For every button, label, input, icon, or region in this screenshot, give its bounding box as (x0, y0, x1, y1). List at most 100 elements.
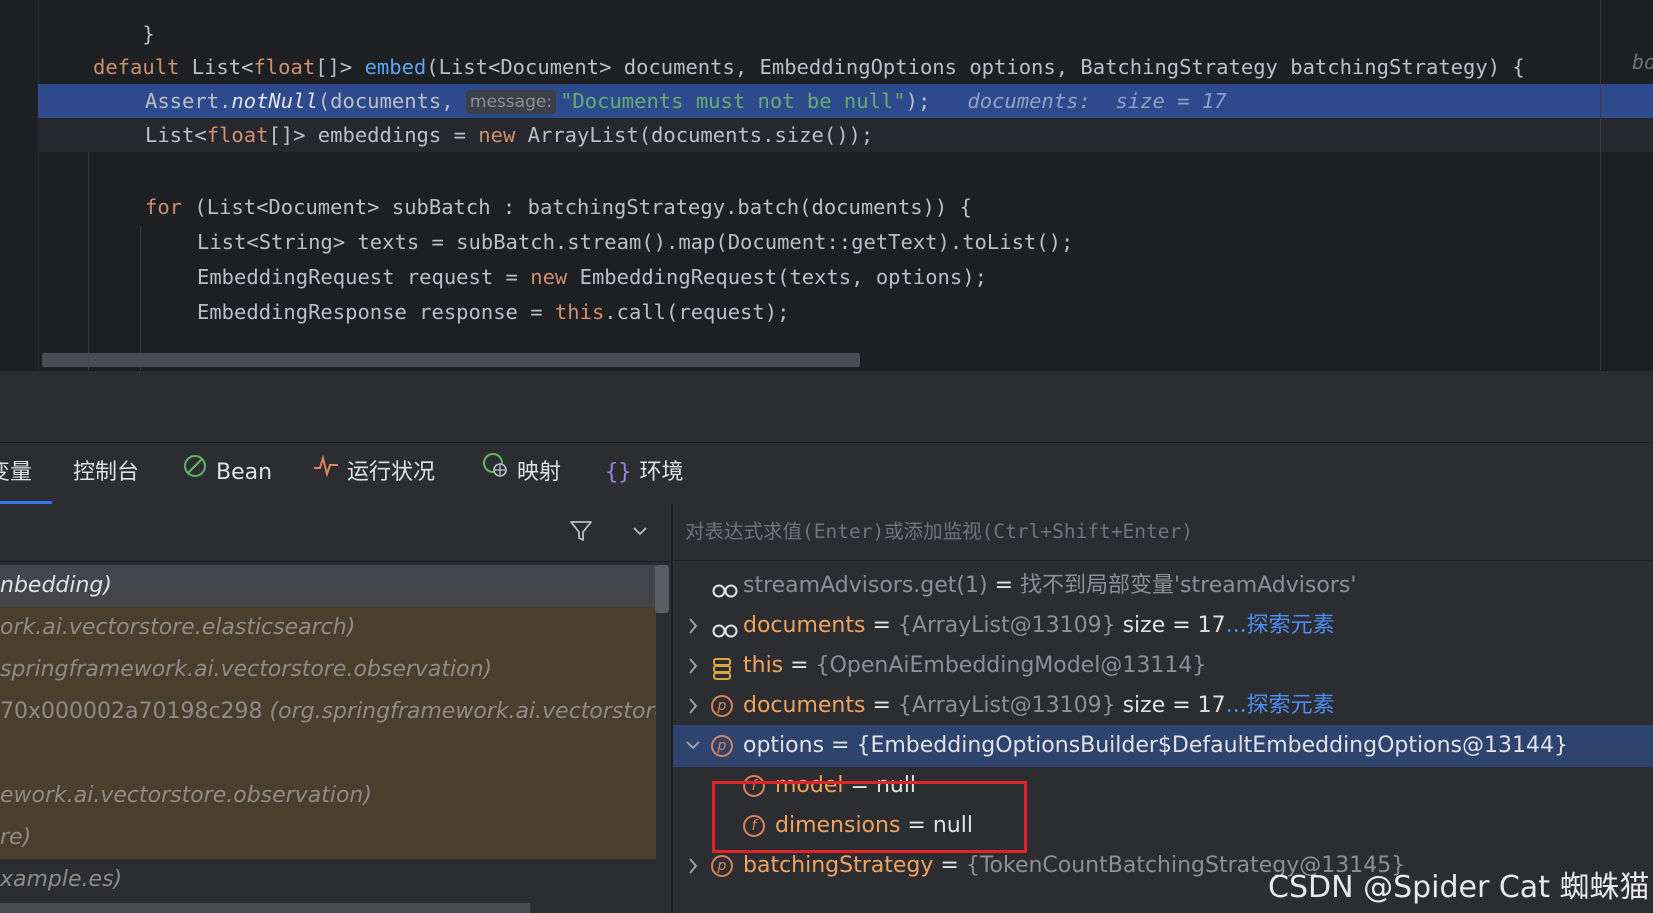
tab-label: 环境 (639, 460, 684, 485)
tab-bean[interactable]: Bean (182, 443, 272, 505)
variable-name: batchingStrategy (743, 853, 934, 878)
frame-label: ework.ai.vectorstore.observation) (0, 783, 372, 808)
parameter-hint: message: (465, 90, 557, 114)
code-text: ArrayList(documents.size()); (515, 123, 874, 147)
frames-panel: nbedding) ork.ai.vectorstore.elasticsearc… (0, 504, 671, 913)
tab-label: 运行状况 (347, 460, 436, 485)
code-text: []> embeddings = (268, 123, 479, 147)
frames-horizontal-scrollbar[interactable] (0, 903, 530, 913)
explore-elements-link[interactable]: ...探索元素 (1226, 693, 1335, 718)
frame-row[interactable] (0, 733, 656, 775)
editor-gutter[interactable] (0, 0, 39, 370)
evaluate-placeholder: 对表达式求值(Enter)或添加监视(Ctrl+Shift+Enter) (685, 520, 1193, 543)
equals-sign: = (865, 613, 898, 638)
code-text: (documents, (317, 89, 466, 113)
debugger-tab-bar: 变量 控制台 Bean 运行状况 映射 {} 环境 (0, 442, 1653, 505)
frame-label: nbedding) (0, 573, 112, 598)
keyword: new (530, 265, 568, 289)
code-text: (List<Document> subBatch : batchingStrat… (182, 195, 972, 219)
badge-letter: p (711, 695, 733, 717)
code-line-request: EmbeddingRequest request = new Embedding… (38, 260, 1653, 294)
variable-row[interactable]: p documents = {ArrayList@13109} size = 17… (673, 685, 1653, 727)
execution-point-line: Assert.notNull(documents, message: "Docum… (38, 84, 1653, 118)
equals-sign: = (865, 693, 898, 718)
frame-label: xample.es) (0, 867, 123, 892)
variable-row[interactable]: streamAdvisors.get(1) = 找不到局部变量'streamAd… (673, 565, 1653, 607)
equals-sign: = (783, 653, 816, 678)
editor-horizontal-scrollbar[interactable] (42, 353, 860, 367)
variable-value: {ArrayList@13109} (897, 693, 1116, 718)
code-text: Assert. (145, 89, 232, 113)
frame-row[interactable]: ork.ai.vectorstore.elasticsearch) (0, 607, 656, 649)
keyword: new (478, 123, 516, 147)
code-editor[interactable]: } default List<float[]> embed(List<Docum… (0, 0, 1653, 370)
tab-console[interactable]: 控制台 (73, 443, 139, 505)
badge-letter: p (711, 855, 733, 877)
frame-row[interactable]: re) (0, 817, 656, 859)
code-text: EmbeddingRequest request = (197, 265, 531, 289)
string-literal: "Documents must not be null" (560, 89, 906, 113)
code-text: EmbeddingRequest(texts, options); (567, 265, 987, 289)
tab-mappings[interactable]: 映射 (481, 443, 561, 505)
variable-name: options (743, 733, 825, 758)
variable-text: streamAdvisors.get(1) = 找不到局部变量'streamAd… (743, 565, 1356, 607)
code-text: (List<Document> documents, EmbeddingOpti… (426, 55, 1525, 79)
tab-label: 映射 (517, 460, 562, 485)
variable-name: documents (743, 613, 866, 638)
equals-sign: = (824, 733, 857, 758)
variable-value: {OpenAiEmbeddingModel@13114} (815, 653, 1207, 678)
frame-row[interactable]: nbedding) (0, 565, 656, 607)
variable-text: options = {EmbeddingOptionsBuilder$Defau… (743, 725, 1568, 767)
keyword: float (206, 123, 269, 147)
watermark: CSDN @Spider Cat 蜘蛛猫 (1268, 870, 1650, 905)
variable-row[interactable]: documents = {ArrayList@13109} size = 17.… (673, 605, 1653, 647)
variable-size: size = 17 (1115, 693, 1226, 718)
mapping-icon (481, 443, 509, 503)
code-line-response: EmbeddingResponse response = this.call(r… (38, 295, 1653, 329)
code-text: []> (315, 55, 353, 79)
chevron-right-icon[interactable] (683, 845, 703, 903)
tab-variables[interactable]: 变量 (0, 443, 52, 505)
code-line-signature: default List<float[]> embed(List<Documen… (38, 50, 1653, 84)
equals-sign: = (987, 573, 1020, 598)
evaluate-expression-input[interactable]: 对表达式求值(Enter)或添加监视(Ctrl+Shift+Enter) (673, 504, 1653, 561)
frames-vertical-scrollbar[interactable] (655, 565, 669, 613)
annotation-highlight-box (712, 781, 1027, 853)
frame-label: (org.springframework.ai.vectorstore.obse… (269, 699, 656, 724)
overflow-hint: bo (1632, 50, 1653, 74)
tab-health[interactable]: 运行状况 (313, 443, 435, 505)
frame-label: ork.ai.vectorstore.elasticsearch) (0, 615, 356, 640)
tab-label: Bean (216, 460, 273, 485)
tab-environment[interactable]: {} 环境 (605, 443, 684, 505)
variable-row[interactable]: p options = {EmbeddingOptionsBuilder$Defa… (673, 725, 1653, 767)
frame-row[interactable]: xample.es) (0, 859, 656, 901)
explore-elements-link[interactable]: ...探索元素 (1226, 613, 1335, 638)
keyword: default (93, 55, 180, 79)
frame-label: springframework.ai.vectorstore.observati… (0, 657, 493, 682)
variable-text: documents = {ArrayList@13109} size = 17.… (743, 605, 1335, 647)
variable-row[interactable]: this = {OpenAiEmbeddingModel@13114} (673, 645, 1653, 687)
keyword: for (145, 195, 183, 219)
frame-row[interactable]: 70x000002a70198c298 (org.springframework… (0, 691, 656, 733)
code-text: List< (191, 55, 254, 79)
pulse-icon (313, 443, 339, 503)
code-text: List< (145, 123, 207, 147)
bean-icon (182, 443, 208, 503)
chevron-down-icon[interactable] (630, 520, 650, 544)
braces-icon: {} (605, 460, 632, 485)
code-line-texts: List<String> texts = subBatch.stream().m… (38, 225, 1653, 259)
code-text: } (142, 22, 155, 46)
frame-row[interactable]: springframework.ai.vectorstore.observati… (0, 649, 656, 691)
code-line-for: for (List<Document> subBatch : batchingS… (38, 190, 1653, 224)
variable-name: documents (743, 693, 866, 718)
right-margin-guide (1600, 0, 1601, 370)
param-icon: p (711, 855, 733, 877)
tab-label: 控制台 (73, 460, 140, 485)
code-line: } (38, 0, 1653, 46)
filter-icon[interactable] (568, 518, 594, 548)
frame-label: re) (0, 825, 32, 850)
frame-row[interactable]: ework.ai.vectorstore.observation) (0, 775, 656, 817)
variable-value: {ArrayList@13109} (897, 613, 1116, 638)
frames-toolbar (0, 504, 671, 562)
variable-name: streamAdvisors.get(1) (743, 573, 988, 598)
